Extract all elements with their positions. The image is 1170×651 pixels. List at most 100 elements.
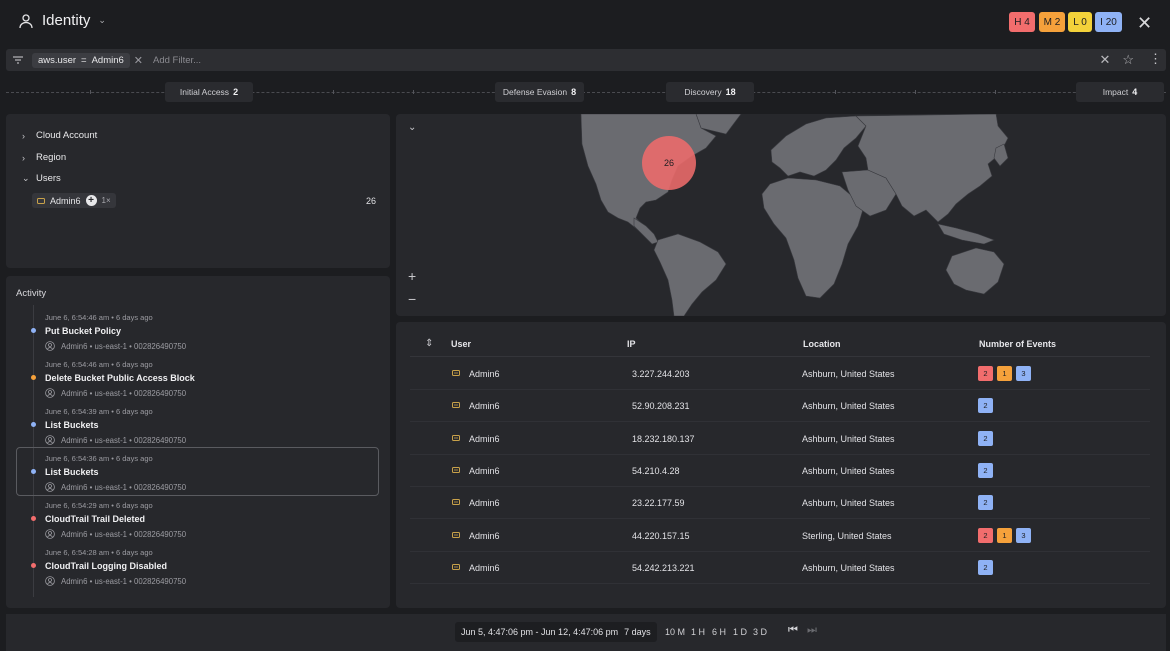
zoom-1h[interactable]: 1 H: [691, 627, 705, 637]
cell-user: Admin6: [469, 530, 500, 541]
page-header[interactable]: Identity ⌄: [18, 12, 106, 29]
severity-high-badge[interactable]: H 4: [1009, 12, 1035, 32]
zoom-3d[interactable]: 3 D: [753, 627, 767, 637]
user-circle-icon: [45, 341, 55, 351]
key-icon: [452, 434, 460, 441]
activity-time: June 6, 6:54:46 am • 6 days ago: [45, 313, 153, 322]
map-collapse-chevron-icon[interactable]: ⌄: [408, 122, 416, 133]
close-icon[interactable]: ✕: [1137, 14, 1152, 32]
cell-location: Ashburn, United States: [802, 369, 895, 379]
cell-ip: 54.210.4.28: [632, 465, 680, 476]
event-badges: 213: [978, 366, 1031, 381]
facet-cloud-account[interactable]: › Cloud Account: [22, 130, 97, 141]
zoom-1d[interactable]: 1 D: [733, 627, 747, 637]
key-icon: [452, 531, 460, 538]
table-row[interactable]: Admin6 54.210.4.28 Ashburn, United States 2: [410, 455, 1150, 487]
severity-medium-badge[interactable]: M 2: [1039, 12, 1065, 32]
activity-time: June 6, 6:54:29 am • 6 days ago: [45, 501, 153, 510]
star-icon[interactable]: ☆: [1122, 52, 1134, 68]
event-badges: 2: [978, 559, 993, 575]
table-row[interactable]: Admin6 3.227.244.203 Ashburn, United State…: [410, 358, 1150, 390]
event-count-badge: 1: [997, 527, 1012, 543]
cell-user: Admin6: [469, 401, 500, 412]
activity-meta: Admin6 • us-east-1 • 002826490750: [45, 529, 186, 539]
activity-item[interactable]: June 6, 6:54:28 am • 6 days ago CloudTrai…: [31, 548, 371, 595]
filter-chip[interactable]: aws.user = Admin6: [32, 52, 130, 68]
key-icon: [37, 197, 45, 204]
date-range-selector[interactable]: Jun 5, 4:47:06 pm - Jun 12, 4:47:06 pm 7…: [455, 622, 657, 642]
activity-meta: Admin6 • us-east-1 • 002826490750: [45, 576, 186, 586]
activity-item[interactable]: June 6, 6:54:46 am • 6 days ago Put Bucke…: [31, 313, 371, 360]
cluster-count: 26: [664, 158, 674, 168]
activity-meta: Admin6 • us-east-1 • 002826490750: [45, 388, 186, 398]
add-icon[interactable]: +: [85, 195, 97, 206]
activity-time: June 6, 6:54:36 am • 6 days ago: [45, 454, 153, 463]
activity-name: Put Bucket Policy: [45, 326, 122, 336]
table-row[interactable]: Admin6 54.242.213.221 Ashburn, United Stat…: [410, 552, 1150, 584]
map-zoom-out-button[interactable]: −: [408, 291, 416, 307]
filter-icon[interactable]: [12, 54, 24, 66]
table-row[interactable]: Admin6 52.90.208.231 Ashburn, United State…: [410, 390, 1150, 423]
chevron-down-icon[interactable]: ⌄: [98, 15, 106, 26]
user-facet-chip[interactable]: Admin6 + 1×: [32, 193, 116, 208]
key-icon: [452, 370, 460, 376]
facet-users[interactable]: ⌄ Users: [22, 173, 61, 184]
table-row[interactable]: Admin6 23.22.177.59 Ashburn, United States…: [410, 487, 1150, 520]
severity-info-badge[interactable]: I 20: [1095, 12, 1122, 32]
zoom-10m[interactable]: 10 M: [665, 627, 685, 637]
chevron-right-icon: ›: [22, 130, 25, 141]
event-count-badge: 1: [997, 366, 1012, 381]
cell-user: Admin6: [469, 562, 500, 573]
tactic-discovery[interactable]: Discovery 18: [666, 82, 754, 102]
event-count-badge: 2: [978, 495, 993, 511]
column-header-events[interactable]: Number of Events: [979, 339, 1056, 349]
event-badges: 2: [978, 462, 993, 478]
user-circle-icon: [45, 529, 55, 539]
zoom-6h[interactable]: 6 H: [712, 627, 726, 637]
add-filter-input[interactable]: Add Filter...: [153, 55, 201, 66]
clear-filter-icon[interactable]: ✕: [1099, 52, 1110, 68]
southeast-asia: [937, 223, 995, 245]
skip-forward-icon[interactable]: ⏭: [807, 624, 817, 637]
activity-item[interactable]: June 6, 6:54:29 am • 6 days ago CloudTrai…: [31, 501, 371, 548]
event-badges: 2: [978, 495, 993, 511]
key-icon: [452, 402, 460, 409]
activity-item[interactable]: June 6, 6:54:36 am • 6 days ago List Buck…: [31, 454, 371, 501]
activity-time: June 6, 6:54:39 am • 6 days ago: [45, 407, 153, 416]
filter-bar[interactable]: aws.user = Admin6 ✕ Add Filter... ✕ ☆: [6, 49, 1166, 71]
south-america: [653, 233, 727, 316]
column-header-location[interactable]: Location: [803, 339, 841, 349]
tactic-impact[interactable]: Impact 4: [1076, 82, 1164, 102]
skip-back-icon[interactable]: ⏮: [788, 624, 798, 637]
table-row[interactable]: Admin6 44.220.157.15 Sterling, United Stat…: [410, 520, 1150, 552]
activity-time: June 6, 6:54:46 am • 6 days ago: [45, 360, 153, 369]
activity-name: Delete Bucket Public Access Block: [45, 373, 195, 383]
cell-user: Admin6: [469, 498, 500, 509]
event-badges: 2: [978, 398, 993, 414]
world-map[interactable]: 26 ⌄ + −: [396, 114, 1166, 316]
facet-region[interactable]: › Region: [22, 152, 66, 163]
table-row[interactable]: Admin6 18.232.180.137 Ashburn, United Stat…: [410, 423, 1150, 455]
remove-filter-icon[interactable]: ✕: [134, 54, 143, 67]
activity-item[interactable]: June 6, 6:54:39 am • 6 days ago List Buck…: [31, 407, 371, 454]
map-svg[interactable]: 26: [396, 114, 1166, 316]
cell-ip: 18.232.180.137: [632, 433, 695, 444]
cell-location: Ashburn, United States: [802, 433, 895, 444]
column-header-ip[interactable]: IP: [627, 339, 636, 349]
map-zoom-in-button[interactable]: +: [408, 268, 416, 284]
activity-item[interactable]: June 6, 6:54:46 am • 6 days ago Delete Bu…: [31, 360, 371, 407]
activity-time: June 6, 6:54:28 am • 6 days ago: [45, 548, 153, 557]
activity-name: List Buckets: [45, 420, 99, 430]
severity-dot: [31, 422, 36, 427]
tactic-initial-access[interactable]: Initial Access 2: [165, 82, 253, 102]
sort-toggle-icon[interactable]: ⇕: [425, 338, 433, 349]
event-count-badge: 2: [978, 462, 993, 478]
column-header-user[interactable]: User: [451, 339, 471, 349]
user-facet-count: 26: [366, 196, 377, 206]
severity-low-badge[interactable]: L 0: [1068, 12, 1092, 32]
severity-dot: [31, 563, 36, 568]
more-options-icon[interactable]: ⋮: [1149, 51, 1162, 67]
tactic-defense-evasion[interactable]: Defense Evasion 8: [495, 82, 584, 102]
event-count-badge: 3: [1016, 366, 1031, 381]
cell-location: Sterling, United States: [802, 530, 892, 541]
